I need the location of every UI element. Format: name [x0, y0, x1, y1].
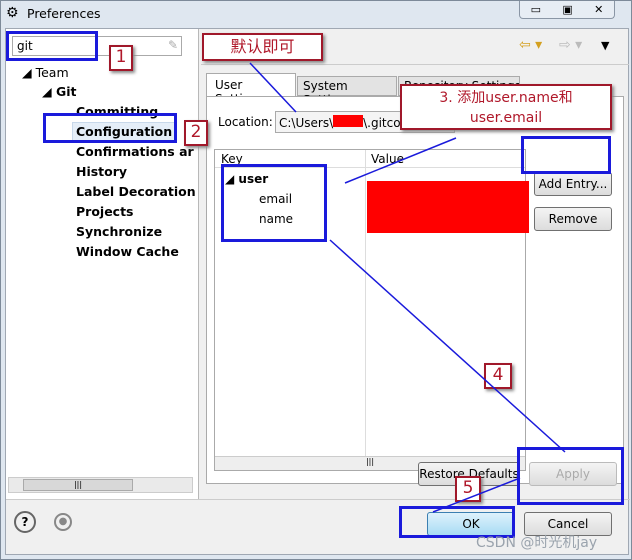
forward-arrow-icon[interactable]: ⇨ ▾: [559, 37, 582, 53]
annotation-box-2: [43, 113, 177, 143]
close-button[interactable]: ✕: [594, 3, 603, 16]
back-arrow-icon[interactable]: ⇦ ▾: [519, 37, 542, 53]
column-divider: [365, 150, 366, 470]
tree-item-team[interactable]: ◢ Team: [22, 65, 69, 80]
location-suffix: \.gitco: [363, 116, 401, 130]
watermark: CSDN @时光机jay: [476, 535, 598, 551]
tab-user-settings[interactable]: User Settings: [206, 73, 296, 106]
annotation-step3: 3. 添加user.name和user.email: [400, 84, 612, 130]
remove-button[interactable]: Remove: [534, 207, 612, 231]
redacted-values: [367, 181, 529, 233]
tree-item-git[interactable]: ◢ Git: [42, 84, 77, 99]
tree-item-projects[interactable]: Projects: [76, 204, 134, 219]
annotation-number-2: 2: [184, 120, 208, 146]
annotation-box-1: [6, 31, 98, 61]
location-label: Location:: [218, 115, 273, 129]
annotation-number-1: 1: [109, 45, 133, 71]
tree-item-confirmations[interactable]: Confirmations ar: [76, 144, 194, 159]
window-controls: ▭ ▣ ✕: [519, 1, 615, 19]
menu-dropdown-icon[interactable]: ▼: [601, 39, 609, 52]
annotation-number-5: 5: [455, 476, 481, 502]
annotation-box-add-entry: [521, 136, 611, 174]
annotation-number-4: 4: [484, 363, 512, 389]
minimize-button[interactable]: ▭: [531, 3, 541, 16]
annotation-box-user: [221, 164, 327, 242]
scrollbar-thumb[interactable]: |||: [23, 479, 133, 491]
record-icon[interactable]: ●: [54, 513, 72, 531]
window-title: Preferences: [27, 6, 101, 21]
tree-label: Git: [55, 84, 77, 99]
clear-icon[interactable]: ✎: [168, 38, 178, 52]
annotation-box-apply: [517, 447, 624, 505]
gear-icon: ⚙: [6, 5, 19, 21]
tree-item-history[interactable]: History: [76, 164, 127, 179]
tree-item-synchronize[interactable]: Synchronize: [76, 224, 162, 239]
left-pane: git ✎ ◢ Team ◢ Git Committing Configurat…: [6, 29, 199, 499]
tree-label: Team: [35, 65, 69, 80]
redacted-username: [333, 115, 364, 127]
tab-system-settings[interactable]: System Settings: [297, 76, 397, 107]
horizontal-scrollbar[interactable]: |||: [8, 477, 193, 493]
location-prefix: C:\Users\: [279, 116, 334, 130]
help-icon[interactable]: ?: [14, 511, 36, 533]
tree-item-window-cache[interactable]: Window Cache: [76, 244, 179, 259]
maximize-button[interactable]: ▣: [562, 3, 572, 16]
annotation-default: 默认即可: [202, 33, 323, 61]
add-entry-button[interactable]: Add Entry...: [534, 172, 612, 196]
tree-item-label-decoration[interactable]: Label Decoration: [76, 184, 196, 199]
column-value[interactable]: Value: [371, 152, 404, 166]
